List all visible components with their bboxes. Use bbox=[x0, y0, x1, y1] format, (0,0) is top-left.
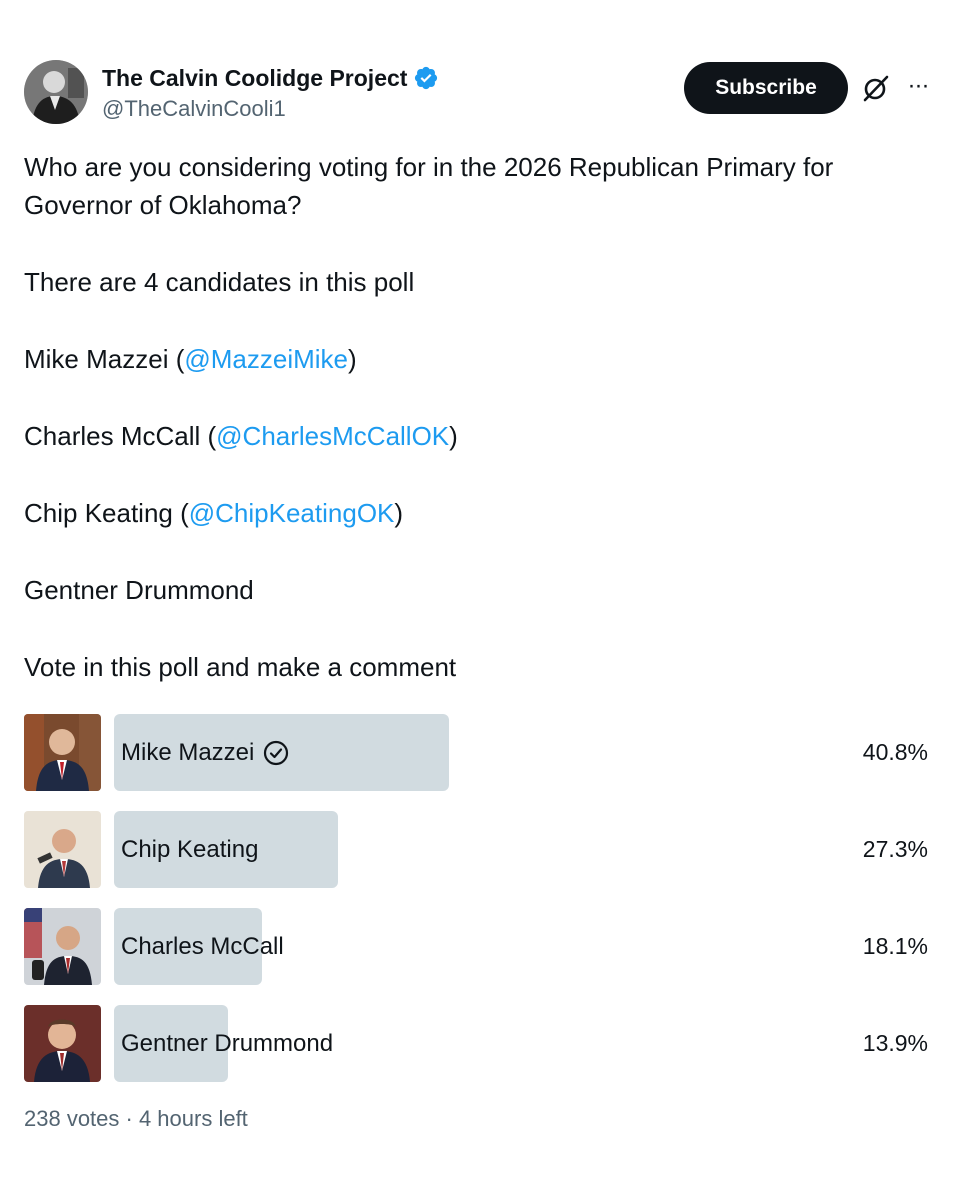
poll-footer: 238 votes · 4 hours left bbox=[24, 1106, 248, 1131]
poll-percentage: 40.8% bbox=[862, 739, 928, 765]
candidate-photo bbox=[24, 811, 101, 888]
candidate-photo bbox=[24, 714, 101, 791]
candidate-close: ) bbox=[449, 421, 458, 451]
candidate-name: Gentner Drummond bbox=[24, 575, 254, 605]
more-options-icon[interactable]: ··· bbox=[902, 70, 934, 102]
candidate-line: Mike Mazzei (@MazzeiMike) bbox=[24, 340, 936, 378]
poll-option-text: Charles McCall bbox=[121, 932, 284, 960]
poll-option: Gentner Drummond 13.9% bbox=[24, 1005, 936, 1082]
candidate-photo bbox=[24, 1005, 101, 1082]
poll: Mike Mazzei 40.8% Chip Keating 27.3% Cha… bbox=[24, 714, 936, 1102]
candidate-photo bbox=[24, 908, 101, 985]
poll-option-text: Mike Mazzei bbox=[121, 738, 255, 766]
candidate-line: Gentner Drummond bbox=[24, 571, 936, 609]
subscribe-button[interactable]: Subscribe bbox=[684, 62, 848, 114]
author-display-name-text: The Calvin Coolidge Project bbox=[102, 64, 408, 91]
post-question: Who are you considering voting for in th… bbox=[24, 152, 834, 220]
post-body: Who are you considering voting for in th… bbox=[24, 148, 936, 725]
candidate-name: Chip Keating ( bbox=[24, 498, 189, 528]
mention-link[interactable]: @MazzeiMike bbox=[184, 344, 348, 374]
candidate-line: Chip Keating (@ChipKeatingOK) bbox=[24, 494, 936, 532]
post-cta: Vote in this poll and make a comment bbox=[24, 652, 457, 682]
poll-percentage: 27.3% bbox=[862, 836, 928, 862]
poll-percentage: 13.9% bbox=[862, 1030, 928, 1056]
candidate-close: ) bbox=[348, 344, 357, 374]
poll-option: Charles McCall 18.1% bbox=[24, 908, 936, 985]
poll-option-label: Mike Mazzei bbox=[121, 714, 290, 791]
mention-link[interactable]: @CharlesMcCallOK bbox=[216, 421, 449, 451]
author-avatar[interactable] bbox=[24, 60, 88, 124]
grok-icon[interactable] bbox=[860, 72, 892, 104]
post-header: The Calvin Coolidge Project @TheCalvinCo… bbox=[24, 60, 936, 130]
verified-badge-icon bbox=[413, 65, 439, 91]
poll-option-text: Chip Keating bbox=[121, 835, 259, 863]
candidate-name: Charles McCall ( bbox=[24, 421, 217, 451]
mention-link[interactable]: @ChipKeatingOK bbox=[189, 498, 395, 528]
author-handle[interactable]: @TheCalvinCooli1 bbox=[102, 96, 439, 122]
candidate-line: Charles McCall (@CharlesMcCallOK) bbox=[24, 417, 936, 455]
poll-option-label: Charles McCall bbox=[121, 908, 284, 985]
poll-option-label: Gentner Drummond bbox=[121, 1005, 333, 1082]
poll-option-label: Chip Keating bbox=[121, 811, 258, 888]
post-intro: There are 4 candidates in this poll bbox=[24, 267, 415, 297]
poll-option-text: Gentner Drummond bbox=[121, 1029, 334, 1057]
poll-option: Chip Keating 27.3% bbox=[24, 811, 936, 888]
poll-option: Mike Mazzei 40.8% bbox=[24, 714, 936, 791]
author-names: The Calvin Coolidge Project @TheCalvinCo… bbox=[102, 62, 439, 122]
author-display-name[interactable]: The Calvin Coolidge Project bbox=[102, 62, 439, 94]
poll-percentage: 18.1% bbox=[862, 933, 928, 959]
candidate-close: ) bbox=[394, 498, 404, 528]
check-circle-icon bbox=[262, 739, 290, 767]
candidate-name: Mike Mazzei ( bbox=[24, 344, 185, 374]
